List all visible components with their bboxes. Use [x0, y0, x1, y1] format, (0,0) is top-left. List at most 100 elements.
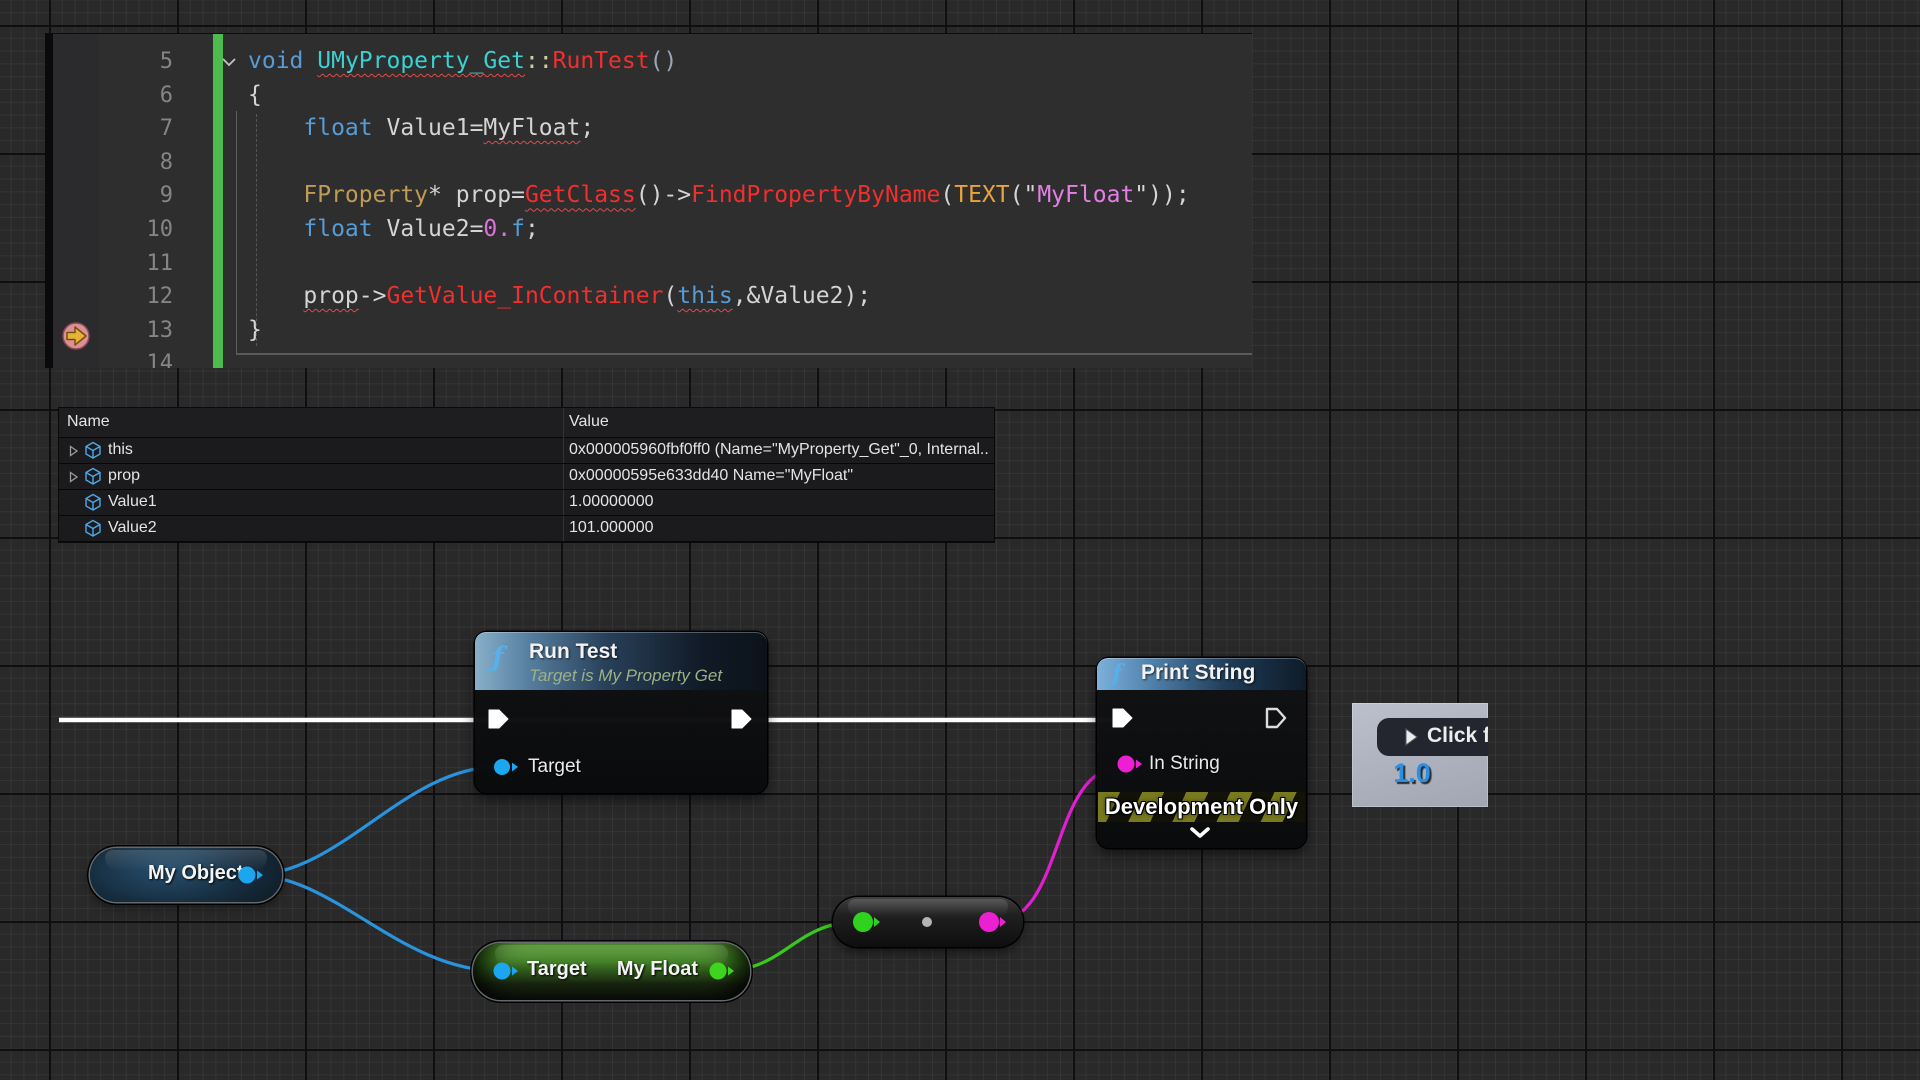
expand-arrow-icon[interactable]: [69, 445, 79, 457]
code-token: this: [677, 283, 732, 309]
line-number: 14: [45, 347, 173, 368]
code-token: [248, 115, 303, 141]
code-token: ));: [1148, 182, 1190, 208]
code-token: void: [248, 48, 317, 74]
node-get-my-float[interactable]: Target My Float: [473, 943, 750, 1000]
watch-row[interactable]: Value2 101.000000: [59, 516, 994, 542]
code-line[interactable]: prop->GetValue_InContainer(this,&Value2)…: [248, 280, 1190, 314]
code-line[interactable]: void UMyProperty_Get::RunTest(): [248, 45, 1190, 79]
getter-output-label: My Float: [617, 958, 698, 981]
watch-row[interactable]: prop 0x00000595e633dd40 Name="MyFloat": [59, 464, 994, 490]
code-line[interactable]: }: [248, 314, 1190, 348]
object-wire-to-runtest[interactable]: [252, 767, 497, 875]
my-float-output-pin[interactable]: [709, 962, 737, 980]
code-token: (: [940, 182, 954, 208]
exec-out-pin[interactable]: [1265, 706, 1289, 730]
code-line[interactable]: float Value1=MyFloat;: [248, 112, 1190, 146]
code-token: float: [303, 115, 386, 141]
code-token: Value2=: [386, 216, 483, 242]
watch-column-name[interactable]: Name: [67, 413, 110, 431]
code-token: * prop=: [428, 182, 525, 208]
exec-in-pin[interactable]: [487, 707, 511, 731]
changed-lines-bar: [213, 34, 223, 368]
code-line[interactable]: [248, 247, 1190, 281]
code-token: TEXT: [954, 182, 1009, 208]
code-line[interactable]: FProperty* prop=GetClass()->FindProperty…: [248, 179, 1190, 213]
watch-header-row: Name Value: [59, 408, 994, 438]
variable-cube-icon: [84, 519, 102, 538]
code-token: RunTest: [553, 48, 650, 74]
code-token: float: [303, 216, 386, 242]
conversion-dot-icon: [922, 917, 932, 927]
code-line[interactable]: float Value2=0.f;: [248, 213, 1190, 247]
code-token: (): [650, 48, 678, 74]
line-number: 7: [45, 112, 173, 146]
getter-target-pin[interactable]: [493, 962, 521, 980]
watch-row[interactable]: this0x000005960fbf0ff0 (Name="MyProperty…: [59, 438, 994, 464]
pin-label-in-string: In String: [1149, 753, 1220, 775]
line-number: 10: [45, 213, 173, 247]
fold-chevron-icon[interactable]: [221, 57, 237, 67]
code-token: UMyProperty_Get: [317, 48, 525, 74]
expand-node-chevron-icon[interactable]: [1189, 826, 1211, 839]
watch-variable-value: 1.00000000: [569, 493, 654, 511]
watch-variable-name: prop: [108, 467, 140, 485]
expand-arrow-icon[interactable]: [69, 471, 79, 483]
node-title: Print String: [1141, 661, 1255, 685]
tooltip-button-label: Click fo: [1427, 724, 1488, 748]
code-token: Value1=: [386, 115, 483, 141]
variable-cube-icon: [84, 467, 102, 486]
watch-column-value[interactable]: Value: [569, 413, 609, 431]
line-number: 9: [45, 179, 173, 213]
debug-value: 1.0: [1362, 758, 1462, 789]
code-token: ;: [580, 115, 594, 141]
node-my-object[interactable]: My Object: [90, 848, 282, 902]
code-editor[interactable]: 567891011121314 void UMyProperty_Get::Ru…: [45, 33, 1252, 368]
conversion-input-pin[interactable]: [852, 911, 882, 933]
exec-in-pin[interactable]: [1111, 706, 1135, 730]
debug-value-tooltip: Click fo 1.0: [1352, 703, 1488, 807]
code-token: ": [1134, 182, 1148, 208]
watch-variable-value: 0x00000595e633dd40 Name="MyFloat": [569, 467, 853, 485]
line-number: 8: [45, 146, 173, 180]
node-subtitle: Target is My Property Get: [529, 666, 722, 686]
development-only-label: Development Only: [1105, 794, 1298, 820]
development-only-banner: Development Only: [1098, 792, 1305, 822]
in-string-pin[interactable]: [1117, 755, 1145, 773]
exec-out-pin[interactable]: [730, 707, 754, 731]
line-number: 13: [45, 314, 173, 348]
code-token: }: [248, 317, 262, 343]
code-token: f: [511, 216, 525, 242]
scope-guide-line: [236, 111, 237, 353]
watch-variable-value: 101.000000: [569, 519, 654, 537]
node-print-string[interactable]: ƒ Print String In String Development Onl…: [1097, 658, 1306, 848]
click-for-full-text-button[interactable]: Click fo: [1377, 718, 1488, 756]
code-token: (": [1010, 182, 1038, 208]
function-icon: ƒ: [1112, 660, 1122, 687]
getter-target-label: Target: [527, 958, 587, 981]
code-line[interactable]: {: [248, 79, 1190, 113]
code-line[interactable]: [248, 146, 1190, 180]
watch-variable-name: this: [108, 441, 133, 459]
variable-cube-icon: [84, 441, 102, 460]
object-wire-to-getter[interactable]: [252, 875, 500, 971]
watch-variable-name: Value2: [108, 519, 157, 537]
target-object-pin[interactable]: [493, 758, 521, 776]
code-token: GetValue_InContainer: [386, 283, 663, 309]
line-number: 6: [45, 79, 173, 113]
code-line[interactable]: [248, 347, 1190, 368]
pin-label-target: Target: [528, 756, 581, 778]
conversion-output-pin[interactable]: [978, 911, 1008, 933]
code-token: MyFloat: [1037, 182, 1134, 208]
watch-row[interactable]: Value1 1.00000000: [59, 490, 994, 516]
node-float-to-string-conversion[interactable]: [833, 897, 1023, 947]
watch-window[interactable]: Name Value this0x000005960fbf0ff0 (Name=…: [59, 408, 994, 542]
code-token: ::: [525, 48, 553, 74]
code-token: ->: [359, 283, 387, 309]
watch-variable-name: Value1: [108, 493, 157, 511]
code-token: ,&Value2);: [733, 283, 871, 309]
code-text-area[interactable]: void UMyProperty_Get::RunTest(){ float V…: [248, 45, 1190, 368]
my-object-output-pin[interactable]: [238, 866, 266, 884]
node-run-test[interactable]: ƒ Run Test Target is My Property Get Tar…: [475, 632, 767, 793]
play-arrow-icon: [1403, 727, 1419, 747]
